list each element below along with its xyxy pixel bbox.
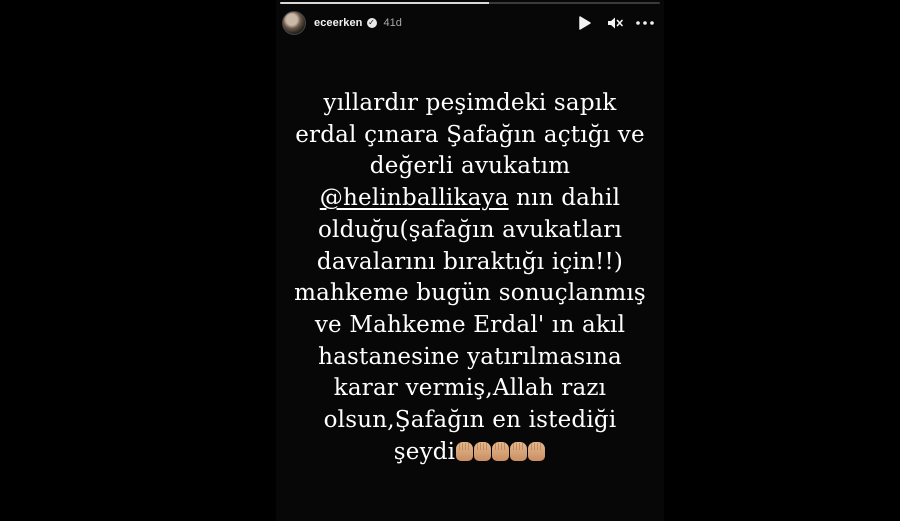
mention-link[interactable]: @helinballikaya (320, 185, 509, 211)
story-text-line: değerli avukatım (369, 153, 571, 180)
story-text-line: olduğu(şafağın avukatları (317, 216, 623, 243)
story-text-line: @helinballikaya nın dahil (276, 183, 664, 215)
story-text-line: hastanesine yatırılmasına (318, 343, 622, 370)
hand-emoji-icon (528, 441, 546, 461)
story-text-line: davalarını bıraktığı için!!) (316, 248, 624, 275)
hand-emoji-icon (510, 441, 528, 461)
story-text-line: karar vermiş,Allah razı (333, 375, 607, 402)
mention-suffix: nın dahil (508, 185, 621, 212)
avatar[interactable] (282, 11, 306, 35)
hand-emoji-icon (492, 441, 510, 461)
story-text-line: yıllardır peşimdeki sapık (323, 90, 617, 116)
verified-badge-icon: ✓ (366, 18, 377, 28)
story-frame: eceerken ✓ 41d yıllardır peşimdeki sapık… (276, 0, 664, 521)
play-icon[interactable] (576, 14, 594, 32)
username[interactable]: eceerken (314, 17, 363, 29)
hand-emoji-group (456, 441, 546, 461)
story-text-line: olsun,Şafağın en istediği (323, 407, 617, 434)
story-text-line: mahkeme bugün sonuçlanmış (294, 280, 646, 307)
more-icon[interactable] (636, 14, 654, 32)
story-text-line: erdal çınara Şafağın açtığı ve (295, 121, 645, 148)
story-text: yıllardır peşimdeki sapık erdal çınara Ş… (276, 88, 664, 468)
story-text-line: ve Mahkeme Erdal' ın akıl (314, 311, 626, 338)
story-header: eceerken ✓ 41d (276, 4, 664, 42)
hand-emoji-icon (456, 441, 474, 461)
last-line-text: şeydi (393, 438, 456, 465)
hand-emoji-icon (474, 441, 492, 461)
mute-icon[interactable] (606, 14, 624, 32)
story-controls (576, 14, 654, 32)
story-time: 41d (383, 17, 402, 29)
story-text-line: şeydi (276, 437, 664, 469)
